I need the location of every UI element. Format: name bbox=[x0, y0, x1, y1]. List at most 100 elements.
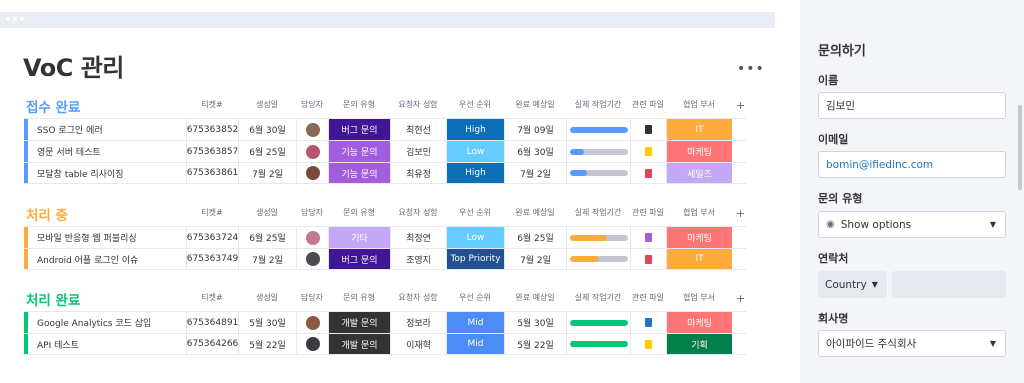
timeline-bar[interactable] bbox=[569, 148, 628, 155]
cell-due[interactable]: 6월 30일 bbox=[504, 141, 566, 162]
dept-pill[interactable]: 마케팅 bbox=[667, 227, 732, 248]
column-header[interactable]: 완료 예상일 bbox=[504, 99, 566, 113]
cell-owner[interactable] bbox=[296, 312, 328, 333]
cell-priority[interactable]: Mid bbox=[446, 312, 504, 333]
cell-created[interactable]: 7월 2일 bbox=[238, 249, 296, 269]
group-title[interactable]: 접수 완료 bbox=[26, 96, 80, 116]
cell-dept[interactable]: IT bbox=[666, 119, 732, 140]
cell-progress[interactable] bbox=[566, 334, 630, 354]
column-header[interactable]: 관련 파일 bbox=[630, 99, 666, 113]
timeline-bar[interactable] bbox=[569, 170, 628, 176]
column-header[interactable]: 티켓# bbox=[186, 292, 238, 306]
table-row[interactable]: Google Analytics 코드 삽입 675364891 5월 30일 개발 … bbox=[24, 311, 746, 333]
cell-type[interactable]: 개발 문의 bbox=[328, 334, 390, 354]
cell-created[interactable]: 5월 22일 bbox=[238, 334, 296, 354]
form-icon[interactable] bbox=[645, 233, 652, 242]
cell-progress[interactable] bbox=[566, 163, 630, 183]
cell-type[interactable]: 기능 문의 bbox=[328, 163, 390, 183]
cell-priority[interactable]: High bbox=[446, 163, 504, 183]
document-icon[interactable] bbox=[645, 125, 652, 134]
column-header[interactable]: 요청자 성함 bbox=[390, 207, 446, 221]
type-pill[interactable]: 기타 bbox=[329, 227, 390, 248]
cell-ticket[interactable]: 675363861 bbox=[186, 163, 238, 183]
cell-ticket[interactable]: 675364266 bbox=[186, 334, 238, 354]
scrollbar[interactable] bbox=[1018, 105, 1022, 190]
cell-due[interactable]: 6월 25일 bbox=[504, 227, 566, 248]
cell-dept[interactable]: 마케팅 bbox=[666, 312, 732, 333]
cell-owner[interactable] bbox=[296, 249, 328, 269]
cell-due[interactable]: 5월 30일 bbox=[504, 312, 566, 333]
cell-owner[interactable] bbox=[296, 334, 328, 354]
company-field[interactable]: 아이파이드 주식회사 ▼ bbox=[818, 330, 1006, 357]
cell-type[interactable]: 개발 문의 bbox=[328, 312, 390, 333]
item-name[interactable]: Google Analytics 코드 삽입 bbox=[28, 312, 186, 333]
add-column-icon[interactable]: + bbox=[736, 207, 745, 220]
timeline-bar[interactable] bbox=[569, 234, 628, 241]
cell-files[interactable] bbox=[630, 119, 666, 140]
pdf-icon[interactable] bbox=[645, 168, 652, 178]
type-pill[interactable]: 기능 문의 bbox=[329, 141, 390, 162]
timeline-bar[interactable] bbox=[569, 341, 628, 347]
avatar[interactable] bbox=[305, 144, 320, 159]
cell-dept[interactable]: IT bbox=[666, 249, 732, 269]
column-header[interactable]: 문의 유형 bbox=[328, 292, 390, 306]
column-header[interactable]: 협업 부서 bbox=[666, 292, 732, 306]
cell-requester[interactable]: 이재혁 bbox=[390, 334, 446, 354]
email-field[interactable]: bomin@ifiedinc.com bbox=[818, 151, 1006, 178]
country-select[interactable]: Country ▼ bbox=[818, 271, 887, 298]
cell-type[interactable]: 기능 문의 bbox=[328, 141, 390, 162]
cell-progress[interactable] bbox=[566, 312, 630, 333]
cell-dept[interactable]: 마케팅 bbox=[666, 227, 732, 248]
cell-files[interactable] bbox=[630, 163, 666, 183]
avatar[interactable] bbox=[305, 252, 320, 266]
cell-ticket[interactable]: 675363857 bbox=[186, 141, 238, 162]
cell-due[interactable]: 7월 2일 bbox=[504, 163, 566, 183]
add-column-icon[interactable]: + bbox=[736, 99, 745, 112]
name-field[interactable]: 김보민 bbox=[818, 92, 1006, 119]
cell-requester[interactable]: 조영지 bbox=[390, 249, 446, 269]
column-header[interactable]: 생성일 bbox=[238, 99, 296, 113]
more-options-icon[interactable]: ••• bbox=[737, 62, 765, 76]
column-header[interactable]: 우선 순위 bbox=[446, 207, 504, 221]
cell-files[interactable] bbox=[630, 227, 666, 248]
column-header[interactable]: 우선 순위 bbox=[446, 292, 504, 306]
priority-pill[interactable]: Mid bbox=[447, 312, 504, 333]
column-header[interactable]: 담당자 bbox=[296, 292, 328, 306]
pdf-icon[interactable] bbox=[645, 254, 652, 264]
cell-ticket[interactable]: 675364891 bbox=[186, 312, 238, 333]
priority-pill[interactable]: Low bbox=[447, 227, 504, 248]
cell-owner[interactable] bbox=[296, 141, 328, 162]
cell-created[interactable]: 6월 30일 bbox=[238, 119, 296, 140]
avatar[interactable] bbox=[305, 122, 320, 137]
timeline-bar[interactable] bbox=[569, 256, 628, 262]
group-title[interactable]: 처리 중 bbox=[26, 204, 68, 224]
sheets-icon[interactable] bbox=[645, 318, 652, 327]
cell-owner[interactable] bbox=[296, 119, 328, 140]
table-row[interactable]: SSO 로그인 에러 675363852 6월 30일 버그 문의 최현선 High 7월 … bbox=[24, 118, 746, 140]
column-header[interactable]: 담당자 bbox=[296, 99, 328, 113]
column-header[interactable]: 요청자 성함 bbox=[390, 99, 446, 113]
avatar[interactable] bbox=[305, 315, 320, 330]
column-header[interactable]: 관련 파일 bbox=[630, 292, 666, 306]
inquiry-type-select[interactable]: ◉ Show options ▼ bbox=[818, 211, 1006, 238]
cell-priority[interactable]: Mid bbox=[446, 334, 504, 354]
priority-pill[interactable]: High bbox=[447, 163, 504, 183]
column-header[interactable]: 우선 순위 bbox=[446, 99, 504, 113]
column-header[interactable]: 실제 작업기간 bbox=[566, 207, 630, 221]
table-row[interactable]: 모달창 table 리사이징 675363861 7월 2일 기능 문의 최유정 High… bbox=[24, 162, 746, 184]
type-pill[interactable]: 개발 문의 bbox=[329, 312, 390, 333]
table-row[interactable]: 모바일 반응형 웹 퍼블리싱 675363724 6월 25일 기타 최정연 Low 6월 … bbox=[24, 226, 746, 248]
column-header[interactable]: 생성일 bbox=[238, 207, 296, 221]
cell-priority[interactable]: Low bbox=[446, 141, 504, 162]
avatar[interactable] bbox=[305, 166, 320, 180]
cell-dept[interactable]: 마케팅 bbox=[666, 141, 732, 162]
cell-owner[interactable] bbox=[296, 227, 328, 248]
dept-pill[interactable]: 세일즈 bbox=[667, 163, 732, 183]
column-header[interactable]: 완료 예상일 bbox=[504, 207, 566, 221]
column-header[interactable]: 티켓# bbox=[186, 99, 238, 113]
column-header[interactable]: 실제 작업기간 bbox=[566, 292, 630, 306]
cell-ticket[interactable]: 675363724 bbox=[186, 227, 238, 248]
column-header[interactable]: 담당자 bbox=[296, 207, 328, 221]
cell-requester[interactable]: 최유정 bbox=[390, 163, 446, 183]
cell-due[interactable]: 5월 22일 bbox=[504, 334, 566, 354]
